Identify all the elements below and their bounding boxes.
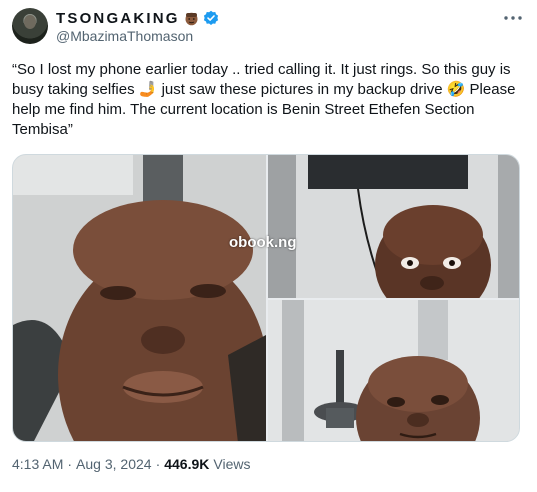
meta-separator: · [67, 456, 73, 472]
author-name-row: TSONGAKING [56, 9, 219, 27]
tweet-meta: 4:13 AM · Aug 3, 2024 · 446.9K Views [12, 456, 250, 472]
avatar-face [24, 15, 36, 29]
brown-face-emoji-icon [184, 11, 199, 26]
tweet-time[interactable]: 4:13 AM [12, 456, 63, 472]
tweet-date[interactable]: Aug 3, 2024 [76, 456, 152, 472]
selfie-lying-photo[interactable] [268, 300, 519, 441]
author-display-name[interactable]: TSONGAKING [56, 10, 180, 27]
selfie-peeking-photo[interactable] [268, 155, 519, 298]
tweet-text: “So I lost my phone earlier today .. tri… [12, 61, 520, 138]
avatar[interactable] [12, 8, 48, 44]
watermark-text: obook.ng [229, 234, 297, 251]
tweet-card: TSONGAKING @MbazimaThomason “So I lost m… [0, 0, 537, 492]
author-handle[interactable]: @MbazimaThomason [56, 28, 193, 44]
more-horizontal-icon[interactable] [503, 10, 523, 26]
views-count[interactable]: 446.9K [164, 456, 209, 472]
media-grid [12, 154, 520, 442]
verified-badge-icon [203, 10, 219, 26]
views-label: Views [213, 456, 251, 472]
selfie-closeup-photo[interactable] [13, 155, 266, 441]
meta-separator: · [155, 456, 161, 472]
